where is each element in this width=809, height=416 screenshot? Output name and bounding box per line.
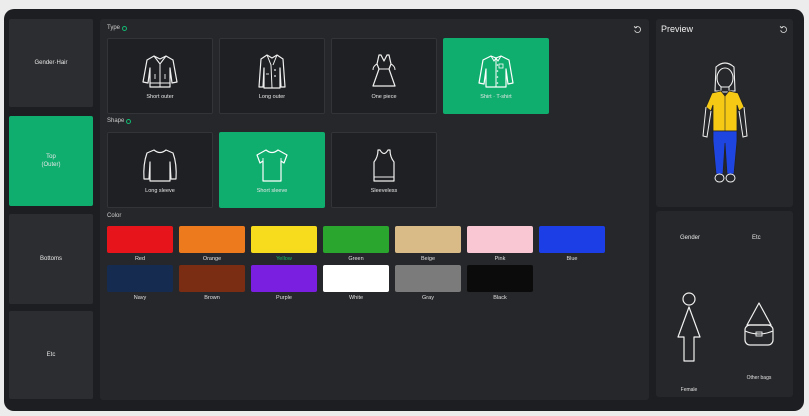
category-etc[interactable]: Etc — [9, 311, 93, 399]
swatch-brown[interactable] — [179, 265, 245, 292]
swatch-blue[interactable] — [539, 226, 605, 253]
swatch-green[interactable] — [323, 226, 389, 253]
sleeveless-icon — [373, 149, 395, 182]
swatch-label: Green — [348, 256, 364, 262]
app-window: Gender·Hair Top (Outer) Bottoms Etc Type — [4, 9, 804, 411]
swatch-yellow[interactable] — [251, 226, 317, 253]
swatch-label: Pink — [494, 256, 506, 262]
type-section-label: Type — [107, 25, 128, 31]
tile-label: Sleeveless — [370, 188, 398, 194]
swatch-black[interactable] — [467, 265, 533, 292]
category-top[interactable]: Top (Outer) — [9, 116, 93, 206]
type-shirt-tshirt[interactable]: Shirt · T-shirt — [443, 38, 549, 114]
shape-section-label: Shape — [107, 118, 132, 124]
female-icon — [677, 292, 701, 362]
long-sleeve-icon — [143, 149, 177, 182]
tile-label: Short sleeve — [256, 188, 288, 194]
bag-icon — [744, 302, 774, 346]
swatch-label: Brown — [204, 295, 220, 301]
swatch-label: Black — [493, 295, 507, 301]
color-section-label: Color — [107, 213, 122, 219]
category-gender-hair[interactable]: Gender·Hair — [9, 19, 93, 107]
swatch-label: White — [348, 295, 364, 301]
swatch-label: Navy — [133, 295, 147, 301]
options-panel: Type Short outer Long outer One piece Sh… — [100, 19, 649, 400]
selection-summary-panel: Gender Etc Female Other bags — [656, 211, 793, 397]
type-one-piece[interactable]: One piece — [331, 38, 437, 114]
swatch-purple[interactable] — [251, 265, 317, 292]
tile-label: Short outer — [146, 94, 174, 100]
reset-icon[interactable] — [779, 25, 788, 34]
shape-sleeveless[interactable]: Sleeveless — [331, 132, 437, 208]
swatch-label: Beige — [420, 256, 436, 262]
info-icon — [126, 118, 132, 124]
reset-icon[interactable] — [633, 25, 642, 34]
etc-value: Other bags — [746, 375, 772, 381]
type-long-outer[interactable]: Long outer — [219, 38, 325, 114]
one-piece-icon — [372, 54, 396, 87]
shirt-icon — [478, 55, 514, 88]
swatch-label: Orange — [202, 256, 222, 262]
swatch-red[interactable] — [107, 226, 173, 253]
swatch-navy[interactable] — [107, 265, 173, 292]
tile-label: Shirt · T-shirt — [480, 94, 512, 100]
swatch-beige[interactable] — [395, 226, 461, 253]
tile-label: One piece — [371, 94, 397, 100]
swatch-label: Purple — [276, 295, 292, 301]
gender-heading: Gender — [680, 235, 701, 241]
info-icon — [122, 25, 128, 31]
swatch-label: Blue — [566, 256, 578, 262]
category-label: Etc — [46, 351, 56, 358]
category-label: Bottoms — [39, 255, 62, 262]
avatar-preview — [702, 62, 748, 183]
preview-title: Preview — [661, 24, 694, 34]
category-label: Gender·Hair — [34, 59, 68, 66]
shape-long-sleeve[interactable]: Long sleeve — [107, 132, 213, 208]
category-sublabel: (Outer) — [41, 162, 61, 168]
swatch-orange[interactable] — [179, 226, 245, 253]
swatch-gray[interactable] — [395, 265, 461, 292]
swatch-label: Gray — [422, 295, 434, 301]
tile-label: Long sleeve — [145, 188, 175, 194]
short-sleeve-icon — [256, 149, 288, 182]
short-outer-icon — [142, 55, 178, 88]
long-outer-icon — [258, 54, 286, 89]
shape-short-sleeve[interactable]: Short sleeve — [219, 132, 325, 208]
etc-heading: Etc — [752, 235, 761, 241]
swatch-label: Red — [134, 256, 146, 262]
type-short-outer[interactable]: Short outer — [107, 38, 213, 114]
swatch-white[interactable] — [323, 265, 389, 292]
gender-option[interactable]: Female — [672, 287, 706, 397]
preview-panel: Preview — [656, 19, 793, 207]
tile-label: Long outer — [258, 94, 286, 100]
swatch-label: Yellow — [276, 256, 292, 262]
swatch-pink[interactable] — [467, 226, 533, 253]
category-label: Top — [46, 153, 56, 160]
category-bottoms[interactable]: Bottoms — [9, 214, 93, 304]
etc-option[interactable]: Other bags — [736, 301, 782, 397]
gender-value: Female — [680, 387, 698, 393]
